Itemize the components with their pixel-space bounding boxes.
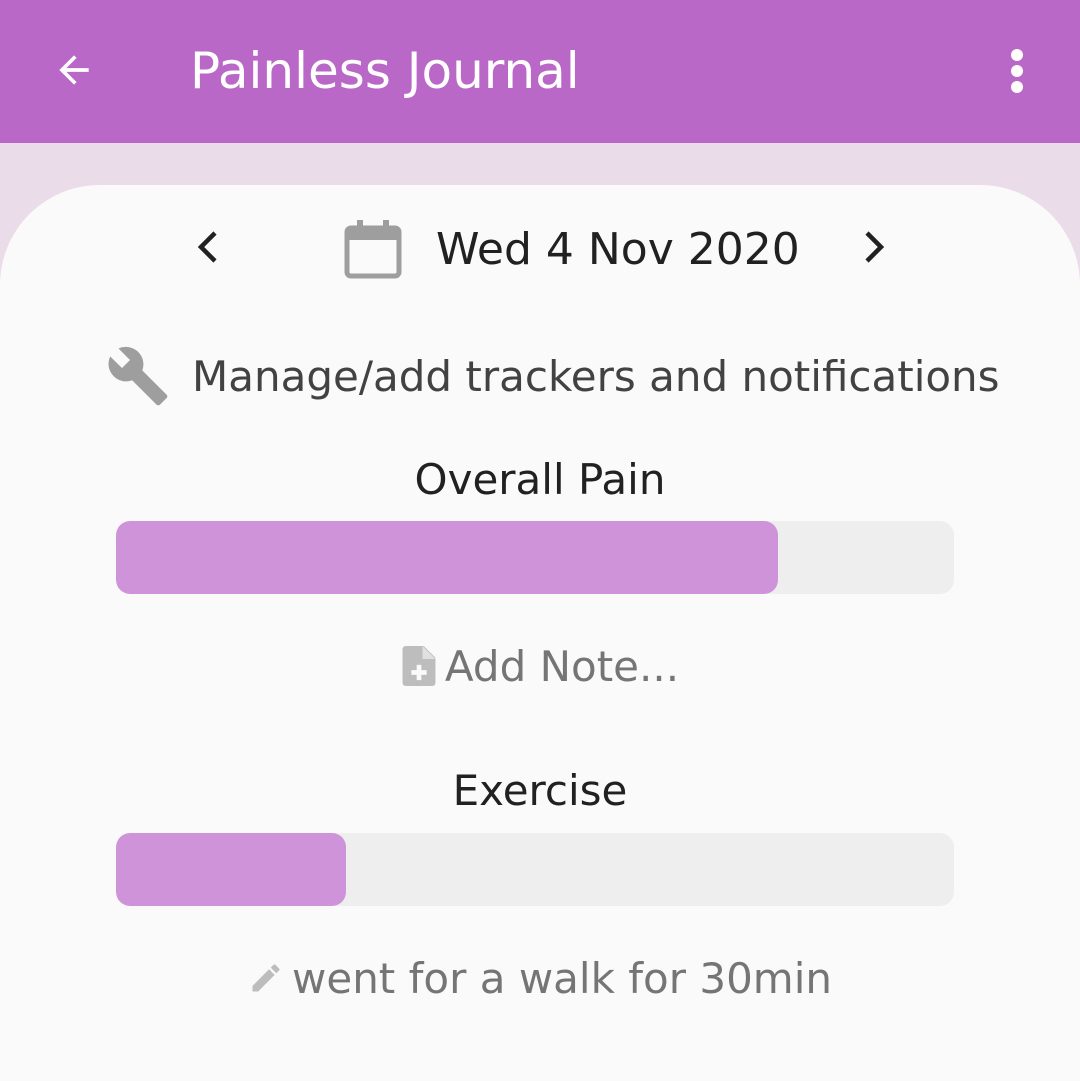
overall-pain-fill (116, 521, 779, 594)
back-button[interactable] (48, 44, 100, 96)
chevron-left-icon (197, 231, 217, 263)
exercise-note-text: went for a walk for 30min (292, 953, 832, 1003)
wrench-icon (108, 346, 168, 406)
add-note-label: Add Note... (444, 641, 680, 691)
overflow-menu-button[interactable] (996, 44, 1038, 98)
note-add-icon (402, 646, 436, 686)
current-date[interactable]: Wed 4 Nov 2020 (436, 222, 800, 278)
tracker-title-overall-pain: Overall Pain (414, 455, 666, 504)
exercise-fill (116, 833, 347, 906)
add-note-button[interactable]: Add Note... (0, 636, 1080, 696)
pencil-icon (252, 964, 280, 992)
exercise-note[interactable]: went for a walk for 30min (0, 948, 1080, 1008)
chevron-right-icon (865, 231, 885, 263)
manage-trackers-link[interactable]: Manage/add trackers and notifications (106, 344, 1000, 408)
tracker-title-exercise: Exercise (452, 766, 628, 815)
calendar-icon[interactable] (342, 218, 404, 280)
more-vert-icon (1011, 49, 1023, 93)
manage-trackers-label: Manage/add trackers and notifications (192, 351, 1000, 401)
app-title: Painless Journal (190, 42, 580, 100)
overall-pain-slider[interactable] (116, 521, 954, 594)
previous-day-button[interactable] (182, 222, 232, 272)
next-day-button[interactable] (850, 222, 900, 272)
journal-card (0, 185, 1080, 1081)
arrow-back-icon (59, 55, 89, 85)
app-bar: Painless Journal (0, 0, 1080, 143)
exercise-slider[interactable] (116, 833, 954, 906)
